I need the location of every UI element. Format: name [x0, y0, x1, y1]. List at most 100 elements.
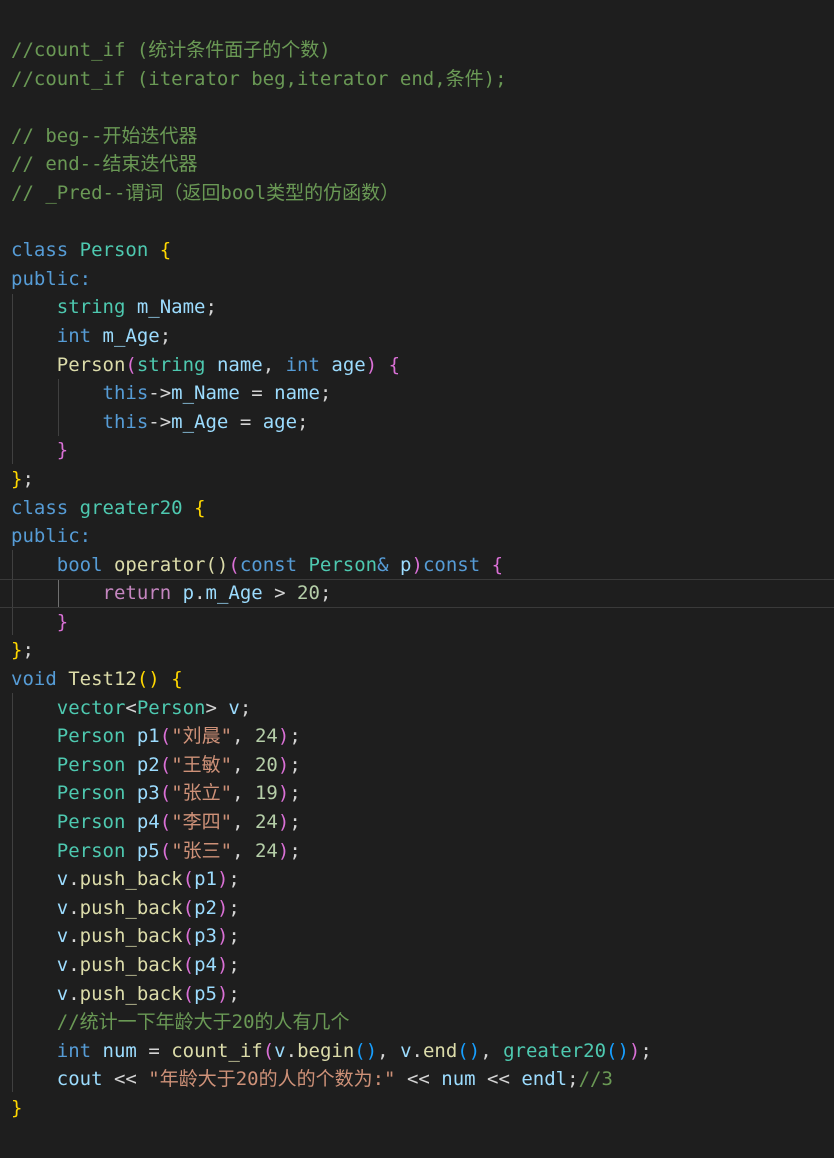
code-token: ) [216, 982, 229, 1005]
code-token: } [11, 1096, 23, 1119]
code-line[interactable] [11, 93, 834, 122]
code-token: { [159, 239, 172, 262]
code-line[interactable]: v.push_back(p1); [11, 865, 834, 894]
code-token: void [11, 668, 57, 691]
code-line[interactable]: class Person { [11, 236, 834, 265]
code-token: . [68, 982, 80, 1005]
code-line[interactable]: this->m_Age = age; [11, 408, 834, 437]
code-token: public: [11, 525, 92, 548]
code-token: Person [79, 239, 149, 262]
code-token: end [422, 1039, 458, 1062]
code-line[interactable]: vector<Person> v; [11, 694, 834, 723]
code-line[interactable] [11, 208, 834, 237]
code-token: ; [22, 467, 34, 490]
code-line[interactable]: v.push_back(p2); [11, 894, 834, 923]
code-token: > [205, 696, 217, 719]
code-line[interactable]: cout << "年龄大于20的人的个数为:" << num << endl;/… [11, 1065, 834, 1094]
code-token: () [136, 668, 160, 691]
code-token: 20 [254, 753, 278, 776]
code-token: ; [289, 811, 301, 834]
code-token: ; [640, 1039, 652, 1062]
code-line[interactable]: public: [11, 522, 834, 551]
code-editor[interactable]: //count_if (统计条件面子的个数) //count_if (iterat… [0, 0, 834, 1158]
code-token: push_back [79, 896, 183, 919]
code-line[interactable]: Person p1("刘晨", 24); [11, 722, 834, 751]
code-token: . [411, 1039, 423, 1062]
code-token: ; [228, 925, 240, 948]
code-token: ) [411, 553, 423, 576]
code-line[interactable]: // beg--开始迭代器 [11, 122, 834, 151]
code-token: { [388, 353, 401, 376]
code-token: } [11, 467, 23, 490]
code-line[interactable]: //count_if (统计条件面子的个数) [11, 36, 834, 65]
code-token: ( [159, 839, 172, 862]
code-line[interactable]: void Test12() { [11, 665, 834, 694]
code-token: ) [216, 896, 229, 919]
code-token: int [56, 1039, 92, 1062]
code-line[interactable]: } [11, 608, 834, 637]
code-token: //3 [578, 1068, 613, 1091]
code-token: , [232, 782, 255, 805]
code-token: name [216, 353, 263, 376]
code-line[interactable]: int m_Age; [11, 322, 834, 351]
code-token: string [136, 353, 206, 376]
code-line[interactable]: v.push_back(p5); [11, 980, 834, 1009]
code-token: p [400, 553, 412, 576]
code-token: int [285, 353, 320, 376]
code-line[interactable]: Person p3("张立", 19); [11, 779, 834, 808]
code-line[interactable]: // end--结束迭代器 [11, 150, 834, 179]
code-token: push_back [79, 954, 183, 976]
code-token: age [262, 410, 298, 433]
code-token: = [239, 382, 275, 405]
code-line[interactable]: //count_if (iterator beg,iterator end,条件… [11, 65, 834, 94]
code-token: p2 [136, 753, 160, 776]
code-token: () [457, 1039, 481, 1062]
code-line[interactable]: v.push_back(p4); [11, 951, 834, 980]
code-line[interactable]: v.push_back(p3); [11, 922, 834, 951]
code-line[interactable]: } [11, 1094, 834, 1123]
code-line[interactable]: //统计一下年龄大于20的人有几个 [11, 1008, 834, 1037]
code-area[interactable]: //count_if (统计条件面子的个数) //count_if (iterat… [11, 36, 834, 1123]
code-line[interactable]: // _Pred--谓词（返回bool类型的仿函数） [11, 179, 834, 208]
code-token: const [239, 553, 298, 576]
code-line[interactable]: } [11, 436, 834, 465]
code-token: count_if [171, 1039, 263, 1062]
code-token: v [56, 925, 69, 948]
code-token: = [136, 1039, 172, 1062]
code-line[interactable]: Person p2("王敏", 20); [11, 751, 834, 780]
code-token: ; [297, 410, 309, 433]
code-line[interactable]: public: [11, 265, 834, 294]
code-token: . [68, 954, 80, 976]
code-line[interactable]: return p.m_Age > 20; [0, 579, 834, 608]
code-token: greater20 [79, 496, 183, 519]
code-line[interactable]: class greater20 { [11, 494, 834, 523]
code-token: . [68, 925, 80, 948]
code-token: ( [182, 954, 195, 976]
code-line[interactable]: bool operator()(const Person& p)const { [11, 551, 834, 580]
code-line[interactable]: Person(string name, int age) { [11, 351, 834, 380]
code-line[interactable]: int num = count_if(v.begin(), v.end(), g… [11, 1037, 834, 1066]
code-token: . [68, 896, 80, 919]
code-line[interactable]: Person p4("李四", 24); [11, 808, 834, 837]
code-line[interactable]: }; [11, 465, 834, 494]
code-line[interactable]: string m_Name; [11, 293, 834, 322]
code-line[interactable]: Person p5("张三", 24); [11, 837, 834, 866]
code-line[interactable]: }; [11, 636, 834, 665]
code-token: p [182, 582, 195, 605]
code-token: ) [277, 782, 290, 805]
code-token: "张立" [171, 782, 233, 805]
code-token: 24 [254, 725, 278, 748]
code-token: 20 [297, 582, 320, 605]
code-token: ( [182, 925, 195, 948]
code-line[interactable]: this->m_Name = name; [11, 379, 834, 408]
code-token: , [480, 1039, 504, 1062]
